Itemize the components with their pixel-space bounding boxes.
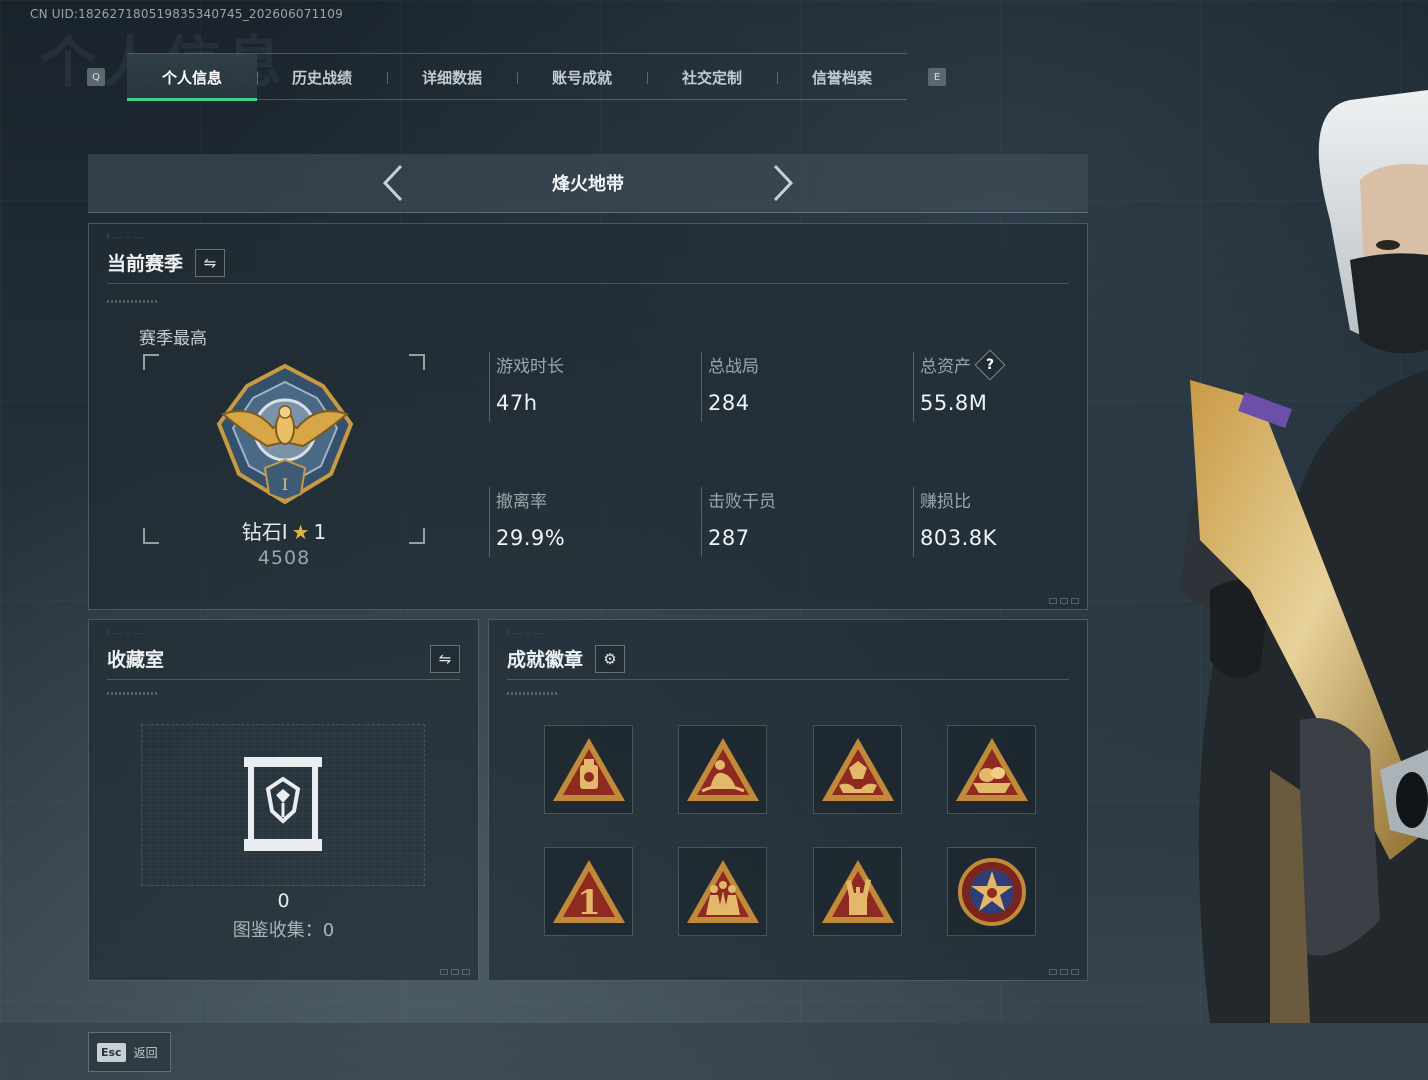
swap-icon[interactable]: ⇋: [430, 644, 460, 673]
rank-tier-label: 钻石I: [241, 520, 288, 544]
svg-text:I: I: [282, 475, 288, 494]
number-one-badge-icon[interactable]: 1: [544, 847, 633, 936]
decor-line: [507, 692, 559, 695]
stat-label: 游戏时长: [496, 357, 564, 377]
stat-label-text: 总资产: [920, 357, 971, 377]
tab-detailed-data[interactable]: 详细数据: [387, 54, 517, 100]
stat-play-time: 游戏时长 47h: [489, 352, 689, 422]
current-season-panel: | ‥‥ ‥ ‥‥ 当前赛季 ⇋ 赛季最高 I 钻石I ★ 1 4508 游戏时长 …: [88, 223, 1088, 610]
rock-hand-badge-icon[interactable]: [813, 847, 902, 936]
star-seal-badge-icon[interactable]: [947, 847, 1036, 936]
tab-match-history[interactable]: 历史战绩: [257, 54, 387, 100]
frame-corner: [409, 354, 425, 370]
collection-panel: | ‥‥ ‥ ‥‥ 收藏室 ⇋ 0 图鉴收集：0: [88, 619, 479, 981]
uid-label: CN UID:1826271805198353407​45_2026060711…: [30, 7, 343, 21]
stat-profit-loss-ratio: 赚损比 803.8K: [913, 487, 1073, 557]
stat-value: 47h: [496, 391, 538, 415]
stat-extraction-rate: 撤离率 29.9%: [489, 487, 689, 557]
display-case-icon: [244, 757, 322, 851]
rank-score: 4508: [257, 547, 311, 569]
season-best-label: 赛季最高: [139, 329, 207, 349]
help-glyph: ?: [985, 356, 995, 373]
stat-label: 击败干员: [708, 492, 776, 512]
mode-title: 烽火地带: [552, 174, 624, 195]
frame-corner: [143, 528, 159, 544]
bottom-bar: [0, 1023, 1428, 1080]
stat-label: 撤离率: [496, 492, 547, 512]
stat-value: 284: [708, 391, 750, 415]
lantern-badge-icon[interactable]: [544, 725, 633, 814]
top-tab-bar: 个人信息 历史战绩 详细数据 账号成就 社交定制 信誉档案: [127, 53, 907, 101]
next-tab-key[interactable]: E: [928, 68, 946, 86]
collection-display-area[interactable]: [141, 724, 425, 886]
collection-panel-title: 收藏室: [107, 649, 165, 671]
operator-character-portrait: [1180, 90, 1428, 1023]
panel-decor-tag: | ‥‥ ‥ ‥‥: [507, 629, 544, 636]
panel-corner-decor: [1049, 969, 1079, 975]
rank-name: 钻石I ★ 1: [189, 516, 379, 545]
panel-corner-decor: [1049, 598, 1079, 604]
treasure-badge-icon[interactable]: [947, 725, 1036, 814]
chevron-left-icon[interactable]: [378, 163, 408, 203]
decor-line: [107, 692, 159, 695]
stat-total-matches: 总战局 284: [701, 352, 901, 422]
squad-badge-icon[interactable]: [678, 847, 767, 936]
help-icon[interactable]: ?: [974, 348, 1006, 381]
frame-corner: [409, 528, 425, 544]
archer-badge-icon[interactable]: [678, 725, 767, 814]
diamond-rank-emblem-icon: I: [216, 364, 354, 505]
tab-personal-info[interactable]: 个人信息: [127, 54, 257, 101]
season-panel-title: 当前赛季: [107, 253, 184, 275]
stat-value: 29.9%: [496, 526, 566, 550]
mode-header: 烽火地带: [88, 154, 1088, 213]
stat-value: 55.8M: [920, 391, 988, 415]
stat-label: 赚损比: [920, 492, 971, 512]
star-icon: ★: [291, 520, 310, 544]
esc-key-icon: Esc: [97, 1042, 126, 1062]
tab-social-customization[interactable]: 社交定制: [647, 54, 777, 100]
gear-icon[interactable]: ⚙: [595, 644, 626, 673]
stat-operators-defeated: 击败干员 287: [701, 487, 901, 557]
decor-line: [107, 300, 159, 303]
stat-label: 总资产?: [920, 348, 1073, 381]
collection-panel-header: 收藏室 ⇋: [107, 638, 460, 680]
tab-credit-record[interactable]: 信誉档案: [777, 54, 907, 100]
frame-corner: [143, 354, 159, 370]
panel-decor-tag: | ‥‥ ‥ ‥‥: [107, 233, 144, 240]
season-panel-header: 当前赛季 ⇋: [107, 242, 1069, 284]
achievement-panel-title: 成就徽章: [507, 649, 584, 671]
codex-collection-label: 图鉴收集：0: [232, 920, 335, 941]
collection-count: 0: [277, 890, 290, 912]
back-button-label: 返回: [133, 1045, 158, 1060]
svg-text:1: 1: [577, 883, 601, 923]
panel-corner-decor: [440, 969, 470, 975]
panel-decor-tag: | ‥‥ ‥ ‥‥: [107, 629, 144, 636]
back-button[interactable]: Esc 返回: [88, 1032, 171, 1072]
rank-star-count: 1: [313, 520, 327, 544]
swap-icon[interactable]: ⇋: [195, 248, 226, 277]
achievement-panel-header: 成就徽章 ⚙: [507, 638, 1069, 680]
stat-value: 803.8K: [920, 526, 997, 550]
tab-account-achievements[interactable]: 账号成就: [517, 54, 647, 100]
achievement-badges-panel: | ‥‥ ‥ ‥‥ 成就徽章 ⚙ 1: [488, 619, 1088, 981]
stat-label: 总战局: [708, 357, 759, 377]
stat-total-assets: 总资产? 55.8M: [913, 348, 1073, 422]
stat-value: 287: [708, 526, 750, 550]
prev-tab-key[interactable]: Q: [87, 68, 105, 86]
chevron-right-icon[interactable]: [768, 163, 798, 203]
hands-gem-badge-icon[interactable]: [813, 725, 902, 814]
